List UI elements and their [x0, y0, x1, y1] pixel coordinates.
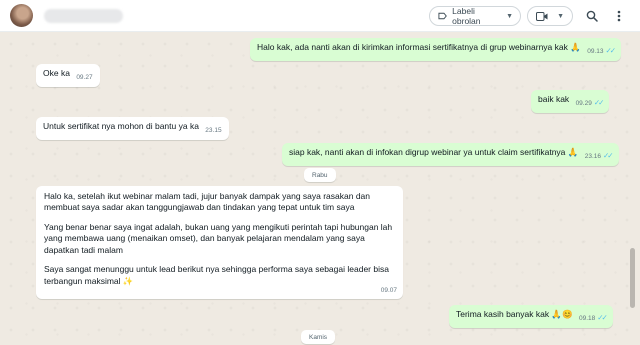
- message-time: 09.18: [578, 315, 596, 322]
- label-tag-icon: [438, 12, 447, 20]
- read-ticks-icon: ✓✓: [605, 46, 615, 55]
- message-text: Untuk sertifikat nya mohon di bantu ya k…: [43, 121, 199, 131]
- message-incoming[interactable]: Halo ka, setelah ikut webinar malam tadi…: [36, 186, 403, 299]
- more-vertical-icon: [617, 10, 621, 22]
- menu-button[interactable]: [611, 8, 627, 24]
- message-paragraph: Halo ka, setelah ikut webinar malam tadi…: [44, 191, 371, 213]
- message-paragraph: Yang benar benar saya ingat adalah, buka…: [44, 221, 393, 255]
- message-time: 23.15: [205, 127, 222, 134]
- search-button[interactable]: [584, 8, 600, 24]
- contact-name-redacted[interactable]: [44, 9, 123, 23]
- message-text: Terima kasih banyak kak 🙏😊: [456, 309, 573, 319]
- message-text: Halo kak, ada nanti akan di kirimkan inf…: [257, 42, 581, 52]
- message-outgoing[interactable]: siap kak, nanti akan di infokan digrup w…: [282, 143, 619, 166]
- message-outgoing[interactable]: baik kak 09.29 ✓✓: [531, 90, 610, 113]
- message-time: 09.07: [380, 287, 397, 295]
- label-chat-text: Labeli obrolan: [452, 6, 481, 26]
- message-paragraph: Saya sangat menunggu untuk lead berikut …: [44, 264, 389, 286]
- date-separator: Kamis: [301, 330, 336, 344]
- message-pane[interactable]: Halo kak, ada nanti akan di kirimkan inf…: [0, 33, 640, 345]
- read-ticks-icon: ✓✓: [597, 313, 607, 322]
- message-outgoing[interactable]: Halo kak, ada nanti akan di kirimkan inf…: [250, 38, 622, 61]
- message-text: baik kak: [538, 94, 570, 104]
- read-ticks-icon: ✓✓: [593, 98, 604, 107]
- chevron-down-icon: ▼: [557, 12, 564, 20]
- chat-header: Labeli obrolan ▼ ▼: [0, 0, 640, 32]
- message-time: 09.13: [587, 48, 604, 55]
- message-outgoing[interactable]: Terima kasih banyak kak 🙏😊 09.18 ✓✓: [449, 305, 613, 328]
- video-camera-icon: [536, 11, 548, 21]
- contact-avatar[interactable]: [10, 4, 33, 27]
- chevron-down-icon: ▼: [506, 12, 513, 20]
- read-ticks-icon: ✓✓: [603, 151, 613, 160]
- message-time: 09.27: [76, 74, 93, 81]
- message-time: 23.16: [584, 153, 602, 160]
- scrollbar-thumb[interactable]: [630, 248, 635, 308]
- message-time: 09.29: [575, 100, 592, 107]
- search-icon: [586, 10, 598, 22]
- message-text: siap kak, nanti akan di infokan digrup w…: [289, 147, 579, 157]
- date-separator: Rabu: [304, 168, 336, 182]
- video-call-button[interactable]: ▼: [527, 6, 573, 26]
- label-chat-button[interactable]: Labeli obrolan ▼: [429, 6, 521, 26]
- message-text: Oke ka: [43, 68, 70, 78]
- message-incoming[interactable]: Oke ka 09.27: [36, 64, 100, 87]
- message-incoming[interactable]: Untuk sertifikat nya mohon di bantu ya k…: [36, 117, 229, 140]
